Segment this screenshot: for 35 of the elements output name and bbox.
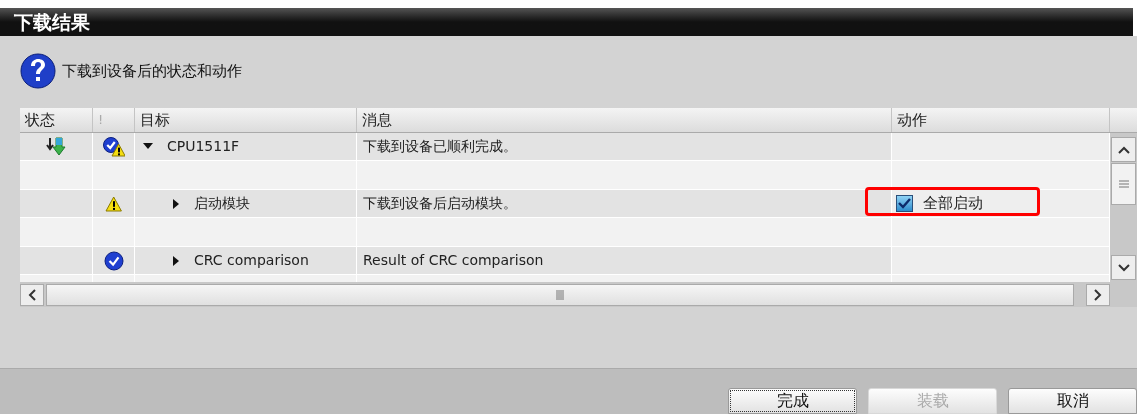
expand-arrow-icon[interactable]	[173, 198, 180, 209]
column-header[interactable]: 动作	[892, 108, 1110, 132]
target-name: CPU1511F	[167, 137, 240, 156]
message-text: Result of CRC comparison	[363, 251, 544, 270]
message-text: 下载到设备后启动模块。	[363, 194, 517, 213]
chevron-up-icon	[1117, 145, 1130, 154]
scroll-down-button[interactable]	[1111, 255, 1136, 280]
checkmark-icon	[898, 198, 911, 209]
column-header[interactable]: 状态	[20, 108, 93, 132]
help-icon	[20, 53, 56, 89]
column-header[interactable]: 目标	[135, 108, 357, 132]
target-name: CRC comparison	[194, 251, 309, 270]
scroll-thumb[interactable]	[46, 283, 1074, 306]
window-title: 下载结果	[14, 12, 90, 32]
message-text: 下载到设备已顺利完成。	[363, 137, 517, 156]
checkbox-label[interactable]: 全部启动	[923, 192, 983, 215]
vertical-scrollbar[interactable]	[1110, 133, 1137, 282]
dialog-message: 下载到设备后的状态和动作	[62, 60, 242, 82]
chevron-down-icon	[1117, 263, 1130, 272]
chevron-left-icon	[28, 288, 36, 301]
horizontal-scrollbar[interactable]	[20, 282, 1137, 307]
scroll-thumb[interactable]	[1111, 163, 1136, 205]
grip-icon	[556, 289, 564, 300]
column-header[interactable]: 消息	[357, 108, 892, 132]
dialog-button[interactable]: 取消	[1008, 388, 1137, 414]
scroll-left-button[interactable]	[20, 283, 44, 306]
dialog-button[interactable]: 完成	[728, 388, 857, 414]
scroll-right-button[interactable]	[1086, 283, 1110, 306]
collapse-arrow-icon[interactable]	[143, 143, 153, 150]
target-name: 启动模块	[194, 194, 250, 213]
scroll-up-button[interactable]	[1111, 137, 1136, 162]
grip-icon	[1118, 180, 1129, 188]
checkbox[interactable]	[896, 195, 913, 212]
chevron-right-icon	[1094, 288, 1102, 301]
expand-arrow-icon[interactable]	[173, 255, 180, 266]
